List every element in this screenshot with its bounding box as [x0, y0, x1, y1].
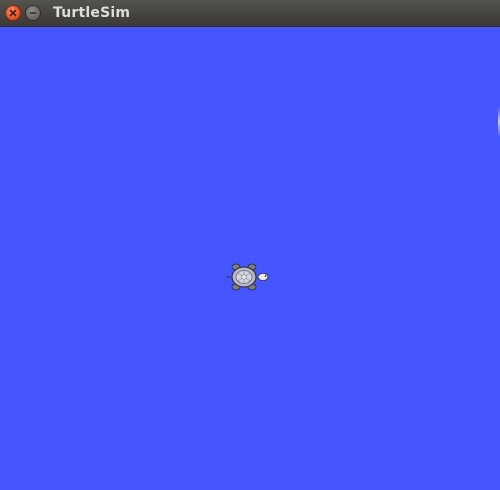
- close-button[interactable]: [5, 5, 21, 21]
- minimize-icon: [29, 9, 37, 17]
- window-title: TurtleSim: [53, 5, 131, 21]
- title-bar[interactable]: TurtleSim: [0, 0, 500, 27]
- turtlesim-window: TurtleSim: [0, 0, 500, 490]
- close-icon: [9, 9, 17, 17]
- turtle-icon: [226, 262, 272, 292]
- minimize-button[interactable]: [25, 5, 41, 21]
- turtle-canvas: [0, 27, 500, 490]
